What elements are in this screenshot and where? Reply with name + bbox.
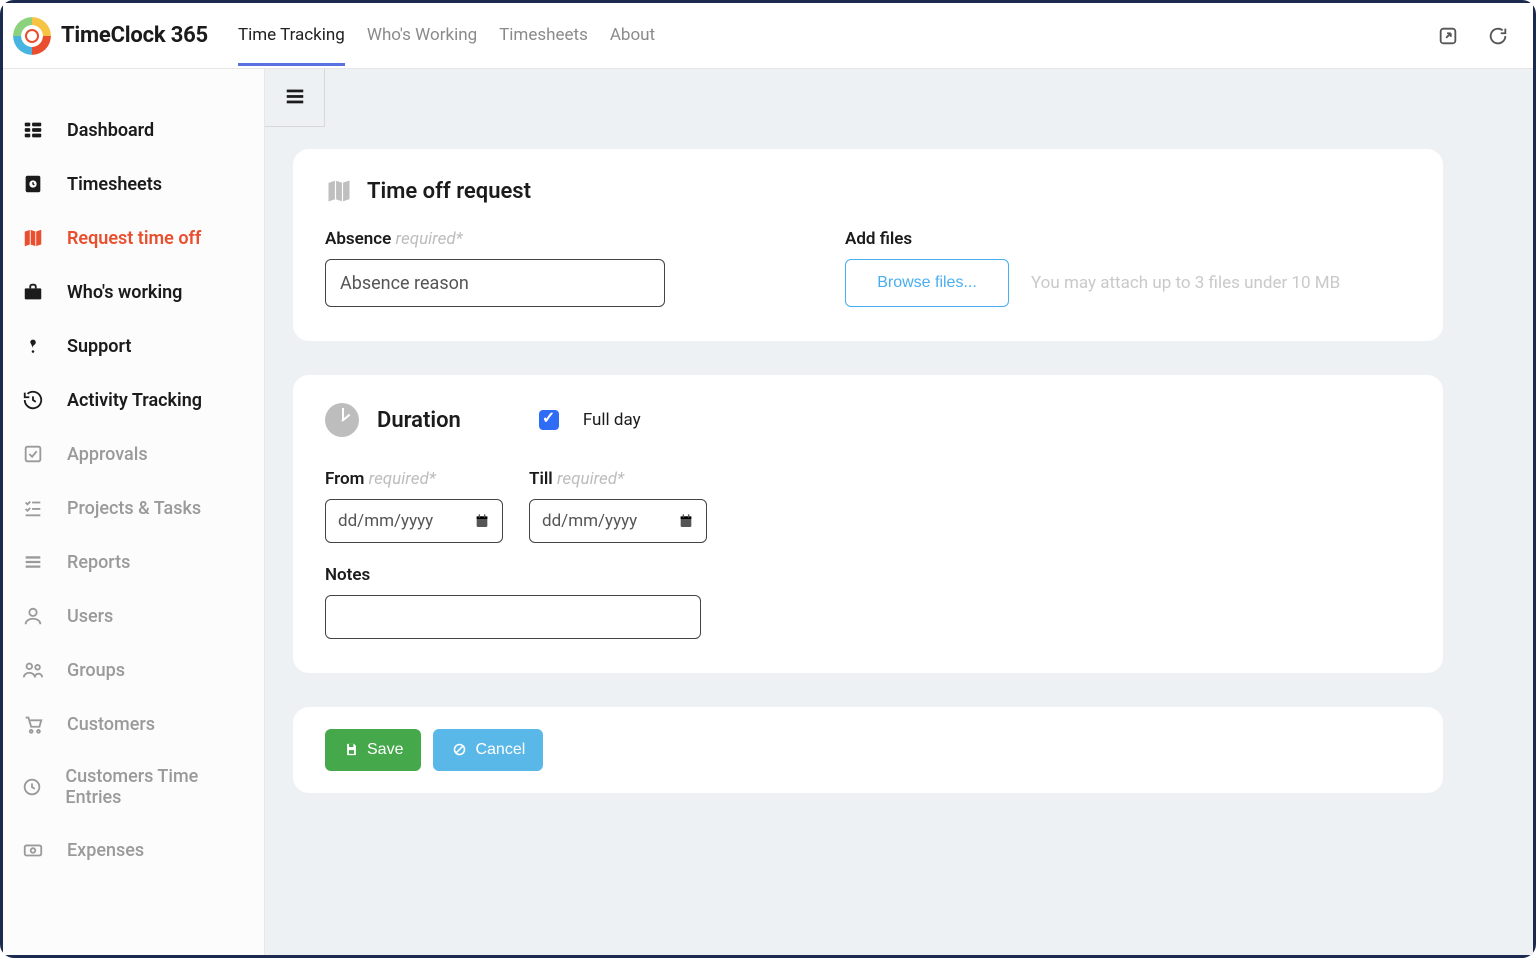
save-label: Save	[367, 741, 403, 759]
question-icon	[21, 334, 45, 358]
top-nav: Time Tracking Who's Working Timesheets A…	[238, 5, 655, 66]
absence-select[interactable]: Absence reason	[325, 259, 665, 307]
notes-label: Notes	[325, 565, 370, 585]
sidebar-item-label: Request time off	[67, 228, 201, 249]
topnav-about[interactable]: About	[610, 5, 655, 66]
sidebar-item-label: Support	[67, 336, 131, 357]
sidebar-item-label: Expenses	[67, 840, 144, 861]
clock-fill-icon	[325, 403, 359, 437]
required-note: required*	[557, 469, 624, 489]
sidebar-item-whos-working[interactable]: Who's working	[3, 265, 264, 319]
open-external-icon[interactable]	[1437, 25, 1459, 47]
topnav-time-tracking[interactable]: Time Tracking	[238, 5, 345, 66]
absence-field: Absence required* Absence reason	[325, 229, 665, 307]
sidebar-item-label: Customers Time Entries	[65, 766, 246, 808]
sidebar-item-users[interactable]: Users	[3, 589, 264, 643]
card-duration: Duration Full day From required* dd/mm/y…	[293, 375, 1443, 673]
browse-files-button[interactable]: Browse files...	[845, 259, 1009, 307]
users-icon	[21, 658, 45, 682]
calendar-icon	[678, 513, 694, 529]
addfiles-field: Add files Browse files... You may attach…	[845, 229, 1340, 307]
required-note: required*	[369, 469, 436, 489]
brand-name: TimeClock 365	[61, 23, 208, 48]
card-title: Time off request	[367, 179, 531, 204]
from-label: From	[325, 469, 364, 489]
check-square-icon	[21, 442, 45, 466]
sidebar-item-label: Customers	[67, 714, 155, 735]
card-time-off-request: Time off request Absence required* Absen…	[293, 149, 1443, 341]
sidebar-item-label: Reports	[67, 552, 130, 573]
history-icon	[21, 388, 45, 412]
money-icon	[21, 838, 45, 862]
fullday-label: Full day	[583, 410, 641, 430]
sidebar-item-expenses[interactable]: Expenses	[3, 823, 264, 877]
dashboard-icon	[21, 118, 45, 142]
cancel-label: Cancel	[475, 741, 525, 759]
sidebar-item-customers[interactable]: Customers	[3, 697, 264, 751]
files-hint: You may attach up to 3 files under 10 MB	[1031, 273, 1340, 293]
addfiles-label: Add files	[845, 229, 912, 249]
save-button[interactable]: Save	[325, 729, 421, 771]
sidebar-item-label: Activity Tracking	[67, 390, 202, 411]
till-label: Till	[529, 469, 553, 489]
briefcase-icon	[21, 280, 45, 304]
user-icon	[21, 604, 45, 628]
sidebar-item-activity-tracking[interactable]: Activity Tracking	[3, 373, 264, 427]
map-icon	[21, 226, 45, 250]
hamburger-icon[interactable]	[284, 85, 306, 111]
brand-logo-icon	[13, 17, 51, 55]
menu-lines-icon	[21, 550, 45, 574]
sidebar-item-label: Approvals	[67, 444, 148, 465]
sidebar-item-customers-time-entries[interactable]: Customers Time Entries	[3, 751, 264, 823]
sidebar-item-label: Users	[67, 606, 113, 627]
sidebar-item-reports[interactable]: Reports	[3, 535, 264, 589]
main-area: Time off request Absence required* Absen…	[265, 69, 1533, 955]
cancel-icon	[451, 742, 467, 758]
card-actions: Save Cancel	[293, 707, 1443, 793]
duration-title: Duration	[377, 408, 461, 433]
sidebar-item-dashboard[interactable]: Dashboard	[3, 103, 264, 157]
timesheets-icon	[21, 172, 45, 196]
header: TimeClock 365 Time Tracking Who's Workin…	[3, 3, 1533, 69]
absence-label: Absence	[325, 229, 391, 249]
cart-icon	[21, 712, 45, 736]
topnav-timesheets[interactable]: Timesheets	[499, 5, 588, 66]
checklist-icon	[21, 496, 45, 520]
sidebar-item-label: Who's working	[67, 282, 182, 303]
sidebar-item-label: Timesheets	[67, 174, 162, 195]
sidebar-item-projects-tasks[interactable]: Projects & Tasks	[3, 481, 264, 535]
sidebar-item-groups[interactable]: Groups	[3, 643, 264, 697]
sidebar-item-request-time-off[interactable]: Request time off	[3, 211, 264, 265]
from-placeholder: dd/mm/yyyy	[338, 511, 433, 531]
save-icon	[343, 742, 359, 758]
brand-block: TimeClock 365	[13, 17, 208, 55]
sidebar-item-approvals[interactable]: Approvals	[3, 427, 264, 481]
sidebar-item-label: Dashboard	[67, 120, 154, 141]
map-icon	[325, 177, 353, 205]
sidebar-toggle-bar	[265, 69, 325, 127]
till-placeholder: dd/mm/yyyy	[542, 511, 637, 531]
sidebar-item-timesheets[interactable]: Timesheets	[3, 157, 264, 211]
sidebar-item-label: Groups	[67, 660, 125, 681]
fullday-checkbox[interactable]	[539, 410, 559, 430]
refresh-icon[interactable]	[1487, 25, 1509, 47]
absence-placeholder: Absence reason	[340, 273, 469, 294]
from-date-input[interactable]: dd/mm/yyyy	[325, 499, 503, 543]
calendar-icon	[474, 513, 490, 529]
notes-input[interactable]	[325, 595, 701, 639]
sidebar-item-label: Projects & Tasks	[67, 498, 201, 519]
till-date-input[interactable]: dd/mm/yyyy	[529, 499, 707, 543]
topnav-whos-working[interactable]: Who's Working	[367, 5, 477, 66]
clock-icon	[21, 775, 43, 799]
sidebar-item-support[interactable]: Support	[3, 319, 264, 373]
sidebar: Dashboard Timesheets Request time off Wh…	[3, 69, 265, 955]
required-note: required*	[396, 229, 463, 249]
cancel-button[interactable]: Cancel	[433, 729, 543, 771]
